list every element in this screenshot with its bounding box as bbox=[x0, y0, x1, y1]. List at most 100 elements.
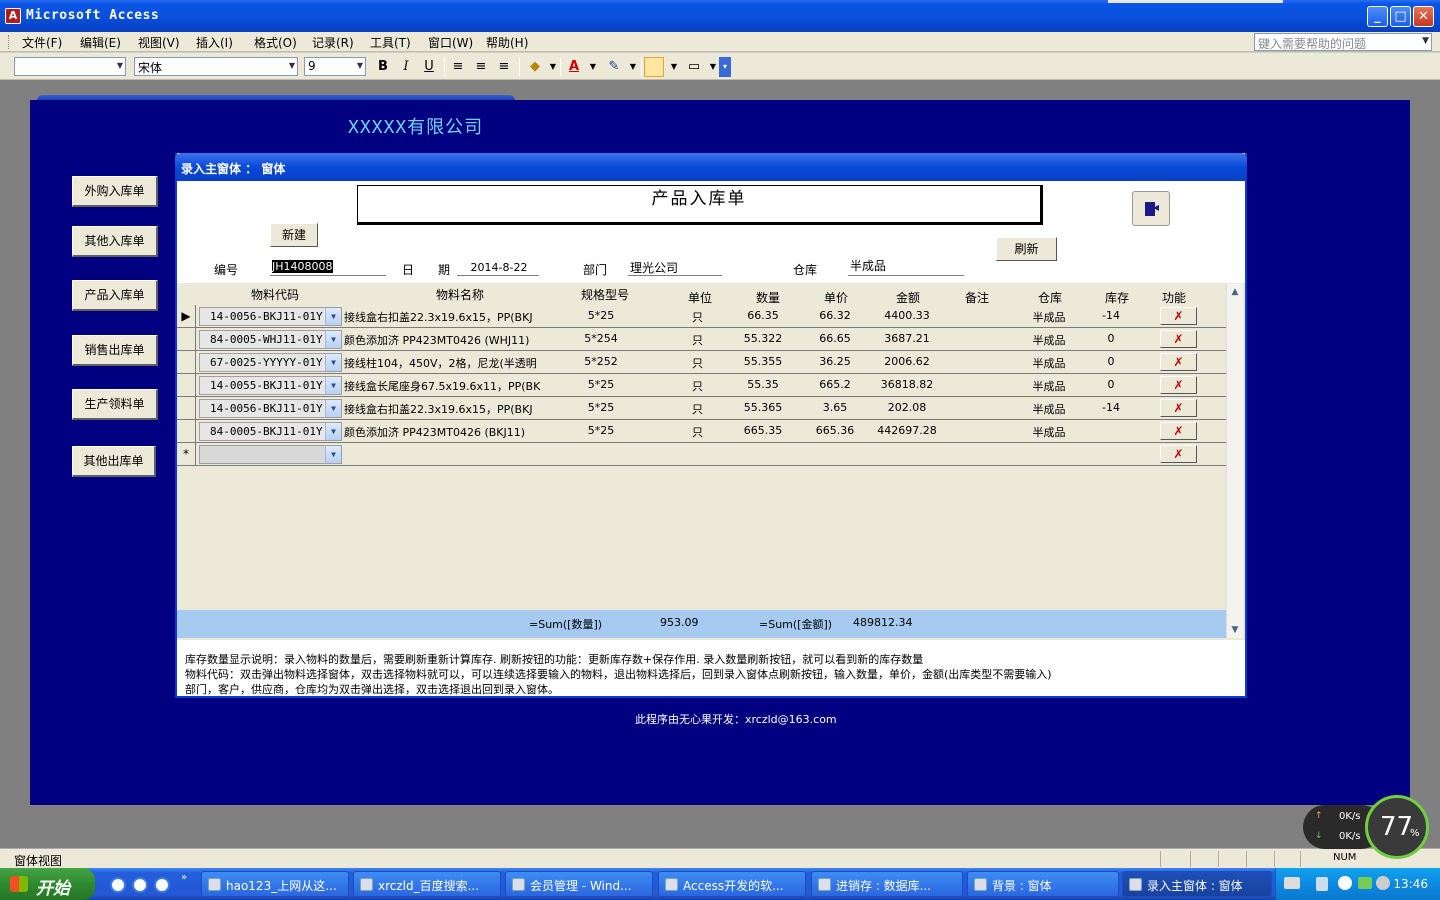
cell-unit[interactable]: 只 bbox=[685, 309, 710, 325]
toolbar-options-icon[interactable]: ▾ bbox=[719, 57, 731, 77]
cell-name[interactable]: 颜色添加济 PP423MT0426 (WHJ11) bbox=[344, 332, 544, 348]
purchase-inbound-button[interactable]: 外购入库单 bbox=[72, 176, 158, 207]
chevron-down-icon[interactable]: ▼ bbox=[583, 57, 603, 77]
menu-insert[interactable]: 插入(I) bbox=[196, 34, 233, 51]
italic-button[interactable]: I bbox=[396, 57, 416, 77]
volume-icon[interactable] bbox=[1376, 876, 1390, 890]
cell-price[interactable]: 3.65 bbox=[805, 401, 865, 414]
underline-button[interactable]: U bbox=[419, 57, 439, 77]
access-app-icon[interactable]: A bbox=[5, 8, 21, 24]
chevron-down-icon[interactable]: ▼ bbox=[325, 354, 341, 371]
material-code-combo[interactable]: 14-0055-BKJ11-01Y ▼ bbox=[199, 376, 342, 395]
delete-row-button[interactable]: ✗ bbox=[1160, 445, 1197, 463]
delete-row-button[interactable]: ✗ bbox=[1160, 330, 1197, 348]
cell-amount[interactable]: 2006.62 bbox=[867, 355, 947, 368]
cell-spec[interactable]: 5*254 bbox=[557, 332, 645, 345]
cell-price[interactable]: 665.2 bbox=[805, 378, 865, 391]
cell-wh[interactable]: 半成品 bbox=[1017, 424, 1081, 440]
font-combo[interactable]: 宋体 ▼ bbox=[134, 57, 298, 76]
network-speed-widget[interactable]: ↑ ↓ 0K/s 0K/s 77 % bbox=[1303, 795, 1431, 859]
chevron-down-icon[interactable]: ▼ bbox=[325, 446, 341, 463]
material-code-combo[interactable]: 14-0056-BKJ11-01Y ▼ bbox=[199, 307, 342, 326]
production-requisition-button[interactable]: 生产领料单 bbox=[72, 389, 158, 420]
chevron-down-icon[interactable]: ▼ bbox=[1422, 36, 1429, 46]
task-entry-form[interactable]: 录入主窗体 : 窗体 bbox=[1122, 871, 1272, 897]
row-selector[interactable] bbox=[177, 351, 196, 373]
cell-amount[interactable]: 3687.21 bbox=[867, 332, 947, 345]
menu-records[interactable]: 记录(R) bbox=[312, 34, 354, 51]
delete-row-button[interactable]: ✗ bbox=[1160, 422, 1197, 440]
scroll-up-icon[interactable]: ▲ bbox=[1227, 284, 1243, 300]
cell-spec[interactable]: 5*25 bbox=[557, 401, 645, 414]
table-row[interactable]: 84-0005-BKJ11-01Y ▼ 颜色添加济 PP423MT0426 (BKJ… bbox=[177, 420, 1226, 443]
menu-help[interactable]: 帮助(H) bbox=[486, 34, 528, 51]
material-code-combo[interactable]: 67-0025-YYYYY-01Y ▼ bbox=[199, 353, 342, 372]
cell-spec[interactable]: 5*252 bbox=[557, 355, 645, 368]
grid-vertical-scrollbar[interactable]: ▲ ▼ bbox=[1226, 284, 1243, 638]
tray-app-icon[interactable] bbox=[1338, 876, 1352, 890]
browser-quicklaunch-icon[interactable] bbox=[132, 877, 148, 893]
help-search-input[interactable]: 键入需要帮助的问题 ▼ bbox=[1254, 33, 1432, 51]
table-row[interactable]: ▶ 14-0056-BKJ11-01Y ▼ 接线盒右扣盖22.3x19.6x15，PP… bbox=[177, 305, 1226, 328]
align-right-icon[interactable]: ≡ bbox=[494, 57, 514, 77]
maximize-button[interactable]: □ bbox=[1390, 6, 1411, 27]
material-code-combo[interactable]: 14-0056-BKJ11-01Y ▼ bbox=[199, 399, 342, 418]
delete-row-button[interactable]: ✗ bbox=[1160, 353, 1197, 371]
cell-name[interactable]: 接线盒右扣盖22.3x19.6x15，PP(BKJ bbox=[344, 401, 544, 417]
menu-file[interactable]: 文件(F) bbox=[22, 34, 62, 51]
new-button[interactable]: 新建 bbox=[270, 223, 318, 247]
cell-price[interactable]: 36.25 bbox=[805, 355, 865, 368]
delete-row-button[interactable]: ✗ bbox=[1160, 399, 1197, 417]
bold-button[interactable]: B bbox=[373, 57, 393, 77]
object-combo[interactable]: ▼ bbox=[14, 57, 126, 76]
chevron-down-icon[interactable]: ▼ bbox=[325, 423, 341, 440]
font-color-icon[interactable]: A bbox=[564, 57, 584, 77]
ie-quicklaunch-icon[interactable] bbox=[110, 877, 126, 893]
align-left-icon[interactable]: ≡ bbox=[448, 57, 468, 77]
department-field[interactable]: 理光公司 bbox=[628, 258, 722, 276]
row-selector[interactable] bbox=[177, 328, 196, 350]
task-inventory-database[interactable]: 进销存 : 数据库... bbox=[811, 871, 963, 897]
refresh-button[interactable]: 刷新 bbox=[996, 237, 1057, 261]
menu-view[interactable]: 视图(V) bbox=[138, 34, 180, 51]
quicklaunch-expand-icon[interactable]: » bbox=[181, 872, 187, 883]
tray-monitor-icon[interactable] bbox=[1358, 877, 1372, 889]
menu-window[interactable]: 窗口(W) bbox=[428, 34, 473, 51]
other-outbound-button[interactable]: 其他出库单 bbox=[72, 446, 156, 477]
cell-price[interactable]: 66.65 bbox=[805, 332, 865, 345]
cell-qty[interactable]: 665.35 bbox=[735, 424, 791, 437]
cell-price[interactable]: 665.36 bbox=[805, 424, 865, 437]
cell-stock[interactable]: 0 bbox=[1083, 355, 1139, 368]
menu-edit[interactable]: 编辑(E) bbox=[80, 34, 121, 51]
chevron-down-icon[interactable]: ▼ bbox=[664, 57, 684, 77]
border-style-icon[interactable] bbox=[644, 57, 664, 77]
material-code-combo[interactable]: 84-0005-WHJ11-01Y ▼ bbox=[199, 330, 342, 349]
cell-spec[interactable]: 5*25 bbox=[557, 424, 645, 437]
delete-row-button[interactable]: ✗ bbox=[1160, 376, 1197, 394]
chevron-down-icon[interactable]: ▼ bbox=[325, 377, 341, 394]
cell-stock[interactable]: 0 bbox=[1083, 378, 1139, 391]
chevron-down-icon[interactable]: ▼ bbox=[325, 400, 341, 417]
cell-name[interactable]: 接线盒右扣盖22.3x19.6x15，PP(BKJ bbox=[344, 309, 544, 325]
row-selector[interactable] bbox=[177, 374, 196, 396]
cell-amount[interactable]: 36818.82 bbox=[867, 378, 947, 391]
cell-amount[interactable]: 202.08 bbox=[867, 401, 947, 414]
cell-unit[interactable]: 只 bbox=[685, 332, 710, 348]
menu-tools[interactable]: 工具(T) bbox=[370, 34, 411, 51]
menu-format[interactable]: 格式(O) bbox=[254, 34, 297, 51]
product-inbound-button[interactable]: 产品入库单 bbox=[72, 280, 158, 311]
cell-unit[interactable]: 只 bbox=[685, 355, 710, 371]
other-inbound-button[interactable]: 其他入库单 bbox=[72, 226, 158, 257]
cell-spec[interactable]: 5*25 bbox=[557, 378, 645, 391]
task-access-software[interactable]: Access开发的软... bbox=[658, 871, 806, 897]
network-icon[interactable] bbox=[1316, 877, 1328, 891]
task-baidu-search[interactable]: xrczld_百度搜索... bbox=[353, 871, 501, 897]
code-field[interactable]: JH1408008 bbox=[270, 258, 386, 276]
row-selector[interactable] bbox=[177, 397, 196, 419]
cell-unit[interactable]: 只 bbox=[685, 424, 710, 440]
task-hao123[interactable]: hao123_上网从这... bbox=[201, 871, 349, 897]
cell-wh[interactable]: 半成品 bbox=[1017, 355, 1081, 371]
warehouse-field[interactable]: 半成品 bbox=[848, 258, 964, 276]
row-selector[interactable] bbox=[177, 420, 196, 442]
scroll-down-icon[interactable]: ▼ bbox=[1227, 622, 1243, 638]
